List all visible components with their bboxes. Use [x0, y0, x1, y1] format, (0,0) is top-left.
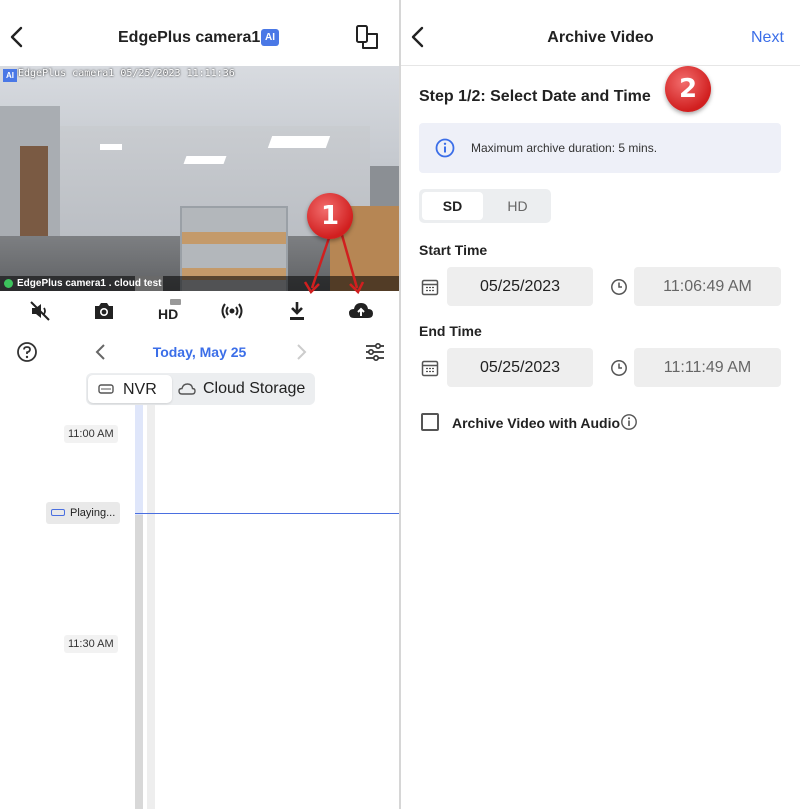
date-label[interactable]: Today, May 25 — [0, 344, 399, 360]
date-navigation: Today, May 25 — [0, 336, 399, 368]
camera-live-panel: EdgePlus camera1 AI AI EdgePlus camera1 … — [0, 0, 399, 809]
timeline-track-secondary — [147, 405, 155, 809]
playing-indicator: Playing... — [46, 502, 120, 524]
start-time-label: Start Time — [419, 242, 488, 258]
clock-icon — [611, 360, 627, 376]
start-time-field[interactable]: 11:06:49 AM — [634, 267, 781, 306]
audio-checkbox[interactable] — [421, 413, 439, 431]
audio-checkbox-label[interactable]: Archive Video with Audio — [452, 415, 620, 431]
source-tabs: NVR Cloud Storage — [86, 373, 315, 405]
next-day-button[interactable] — [292, 342, 310, 362]
archive-video-panel: Archive Video Next 2 Step 1/2: Select Da… — [401, 0, 800, 809]
timeline-label: 11:00 AM — [64, 425, 118, 443]
timeline-track[interactable] — [135, 405, 143, 809]
nvr-icon — [98, 384, 114, 394]
archive-header: Archive Video Next — [401, 0, 800, 66]
next-button[interactable]: Next — [751, 29, 784, 47]
calendar-icon — [421, 360, 439, 377]
annotation-marker-2: 2 — [665, 66, 711, 112]
tab-cloud-label: Cloud Storage — [203, 380, 306, 397]
quality-toggle: SD HD — [419, 189, 551, 223]
page-title: Archive Video — [547, 29, 654, 46]
step-heading: Step 1/2: Select Date and Time — [419, 88, 651, 105]
tab-nvr-label: NVR — [123, 381, 157, 398]
calendar-icon — [421, 279, 439, 296]
info-icon[interactable] — [620, 413, 638, 431]
timeline-playhead[interactable] — [135, 513, 399, 514]
tab-cloud-storage[interactable]: Cloud Storage — [172, 373, 315, 405]
end-time-field[interactable]: 11:11:49 AM — [634, 348, 781, 387]
annotation-arrows — [303, 234, 365, 295]
clock-icon — [611, 279, 627, 295]
timeline-label: 11:30 AM — [64, 635, 118, 653]
screenshot-root: EdgePlus camera1 AI AI EdgePlus camera1 … — [0, 0, 800, 809]
chevron-right-icon — [297, 344, 307, 360]
filter-button[interactable] — [364, 341, 386, 363]
info-text: Maximum archive duration: 5 mins. — [471, 141, 658, 155]
info-icon — [435, 138, 455, 158]
nvr-icon — [51, 509, 65, 516]
annotation-marker-1: 1 — [307, 193, 353, 239]
tab-nvr[interactable]: NVR — [88, 375, 172, 403]
quality-sd-option[interactable]: SD — [422, 192, 483, 220]
start-date-field[interactable]: 05/25/2023 — [447, 267, 593, 306]
end-date-field[interactable]: 05/25/2023 — [447, 348, 593, 387]
sliders-icon — [366, 342, 384, 362]
playing-label: Playing... — [70, 507, 116, 519]
quality-hd-option[interactable]: HD — [487, 192, 548, 220]
end-time-label: End Time — [419, 323, 482, 339]
info-banner: Maximum archive duration: 5 mins. — [419, 123, 781, 173]
cloud-icon — [178, 383, 196, 395]
